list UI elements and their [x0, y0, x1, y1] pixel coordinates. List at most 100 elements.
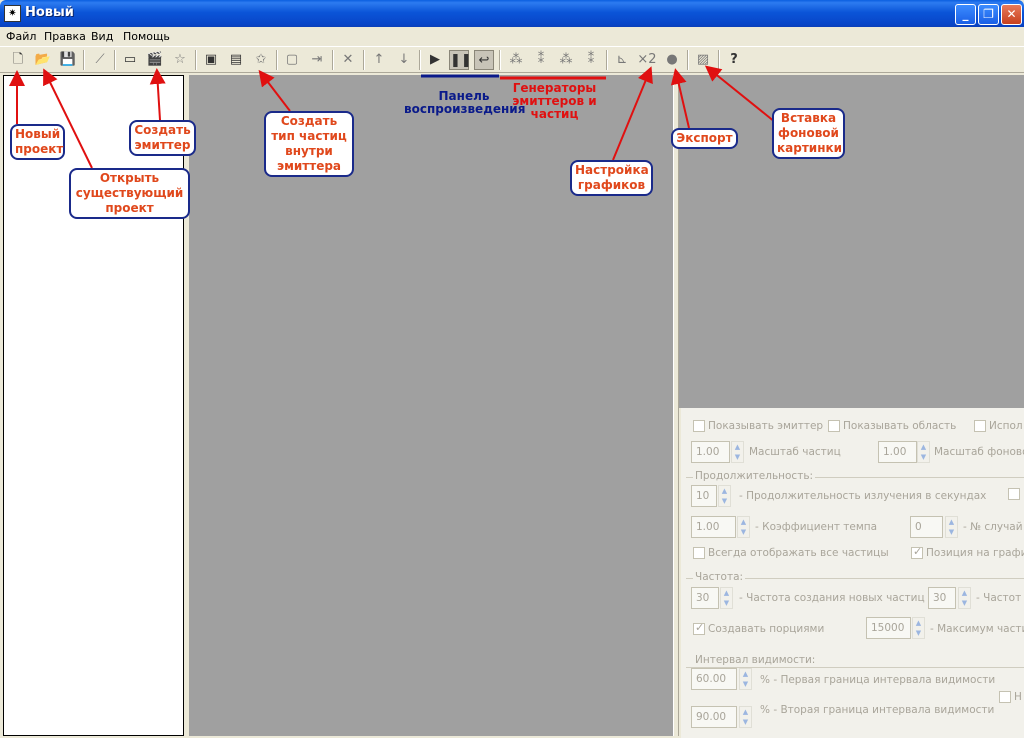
x2-icon[interactable]: ×2 [637, 50, 657, 70]
add-emitter-icon-2[interactable]: ▤ [226, 50, 246, 70]
star-icon[interactable]: ☆ [170, 50, 190, 70]
generator-icon-1[interactable]: ⁂ [506, 50, 526, 70]
menu-help[interactable]: Помощь [123, 30, 170, 43]
max-spinner[interactable]: ▲ ▼ [912, 617, 925, 639]
project-tree-panel[interactable] [3, 75, 184, 736]
use-checkbox[interactable] [974, 420, 986, 432]
up-arrow-icon[interactable]: ↑ [369, 50, 389, 70]
bg-scale-input[interactable]: 1.00 [878, 441, 917, 463]
preview-viewport[interactable] [189, 75, 673, 736]
add-emitter-icon[interactable]: ▣ [201, 50, 221, 70]
help-icon[interactable]: ? [724, 50, 744, 70]
emit-duration-input[interactable]: 10 [691, 485, 717, 507]
toolbar-separator [195, 50, 197, 70]
visibility-group-title: Интервал видимости: [693, 654, 818, 666]
pause-icon[interactable]: ❚❚ [449, 50, 472, 70]
play-icon[interactable]: ▶ [425, 50, 445, 70]
menu-file[interactable]: Файл [6, 30, 36, 43]
toolbar-separator [606, 50, 608, 70]
restore-icon[interactable]: ❐ [978, 4, 999, 25]
delete-icon[interactable]: ✕ [338, 50, 358, 70]
use-label: Испол [989, 420, 1023, 432]
tempo-label: - Коэффициент темпа [755, 521, 878, 533]
random-input[interactable]: 0 [910, 516, 943, 538]
emitter-move-icon[interactable]: ⇥ [307, 50, 327, 70]
bg-scale-label: Масштаб фоново [934, 446, 1024, 458]
toolbar-separator [419, 50, 421, 70]
show-emitter-label: Показывать эмиттер [708, 420, 824, 432]
vis1-label: % - Первая граница интервала видимости [760, 674, 996, 686]
emit-duration-spinner[interactable]: ▲ ▼ [718, 485, 731, 507]
toolbar-separator [332, 50, 334, 70]
toolbar-separator [363, 50, 365, 70]
freq-label: - Частота создания новых частиц [739, 592, 925, 604]
random-label: - № случай [963, 521, 1023, 533]
toolbar: 🗋 📂 💾 ⟋ ▭ 🎬 ☆ ▣ ▤ ✩ ▢ ⇥ ✕ ↑ ↓ ▶ ❚❚ ↩ ⁂ ⁑… [0, 46, 1024, 73]
toolbar-separator [83, 50, 85, 70]
emit-duration-text: - Продолжительность излучения в секундах [739, 490, 987, 502]
emitter-box-icon[interactable]: ▢ [282, 50, 302, 70]
open-folder-icon[interactable]: 📂 [33, 50, 53, 70]
toolbar-separator [718, 50, 720, 70]
particle-scale-label: Масштаб частиц [749, 446, 841, 458]
particle-scale-spinner[interactable]: ▲ ▼ [731, 441, 744, 463]
random-spinner[interactable]: ▲ ▼ [945, 516, 958, 538]
toolbar-separator [687, 50, 689, 70]
close-icon[interactable]: ✕ [1001, 4, 1022, 25]
portions-checkbox[interactable] [693, 621, 705, 635]
extra-checkbox-1[interactable] [1008, 488, 1020, 500]
freq2-label: - Частот [976, 592, 1022, 604]
toolbar-separator [276, 50, 278, 70]
frequency-group-title: Частота: [693, 571, 746, 583]
freq2-spinner[interactable]: ▲ ▼ [958, 587, 971, 609]
generator-icon-2[interactable]: ⁑ [531, 50, 551, 70]
save-icon[interactable]: 💾 [58, 50, 78, 70]
menu-bar: Файл Правка Вид Помощь [0, 27, 1024, 46]
minimize-icon[interactable]: _ [955, 4, 976, 25]
show-all-checkbox[interactable] [693, 547, 705, 559]
toolbar-separator [499, 50, 501, 70]
generator-icon-4[interactable]: ⁑ [581, 50, 601, 70]
window-title: Новый [25, 5, 74, 20]
app-icon: ✷ [4, 5, 21, 22]
loop-icon[interactable]: ↩ [474, 50, 494, 70]
extra-checkbox-2-label: Н [1014, 691, 1022, 703]
show-emitter-checkbox[interactable] [693, 420, 705, 432]
duration-group-title: Продолжительность: [693, 470, 816, 482]
new-file-icon[interactable]: 🗋 [8, 50, 28, 70]
vis2-input[interactable]: 90.00 [691, 706, 737, 728]
show-area-checkbox[interactable] [828, 420, 840, 432]
tempo-spinner[interactable]: ▲ ▼ [737, 516, 750, 538]
vis1-spinner[interactable]: ▲ ▼ [739, 668, 752, 690]
particle-scale-input[interactable]: 1.00 [691, 441, 730, 463]
clapper-icon[interactable]: 🎬 [145, 50, 165, 70]
show-all-label: Всегда отображать все частицы [708, 547, 889, 559]
graph-position-label: Позиция на графи [926, 547, 1024, 559]
settings-panel: Показывать эмиттер Показывать область Ис… [681, 408, 1024, 738]
graph-icon[interactable]: ⟋ [90, 50, 110, 70]
graph-position-checkbox[interactable] [911, 545, 923, 559]
show-area-label: Показывать область [843, 420, 957, 432]
export-icon[interactable]: ● [662, 50, 682, 70]
menu-edit[interactable]: Правка [44, 30, 86, 43]
toolbar-separator [114, 50, 116, 70]
freq-input[interactable]: 30 [691, 587, 719, 609]
vis1-input[interactable]: 60.00 [691, 668, 737, 690]
tempo-input[interactable]: 1.00 [691, 516, 736, 538]
freq-spinner[interactable]: ▲ ▼ [720, 587, 733, 609]
down-arrow-icon[interactable]: ↓ [394, 50, 414, 70]
graph-viewport[interactable] [679, 75, 1024, 408]
generator-icon-3[interactable]: ⁂ [556, 50, 576, 70]
bg-scale-spinner[interactable]: ▲ ▼ [917, 441, 930, 463]
folder-icon[interactable]: ▭ [120, 50, 140, 70]
menu-view[interactable]: Вид [91, 30, 113, 43]
max-input[interactable]: 15000 [866, 617, 911, 639]
graph-settings-icon[interactable]: ⊾ [612, 50, 632, 70]
background-image-icon[interactable]: ▨ [693, 50, 713, 70]
add-star-icon[interactable]: ✩ [251, 50, 271, 70]
title-bar[interactable]: ✷ Новый _ ❐ ✕ [0, 0, 1024, 27]
freq2-input[interactable]: 30 [928, 587, 956, 609]
extra-checkbox-2[interactable] [999, 691, 1011, 703]
vis2-spinner[interactable]: ▲ ▼ [739, 706, 752, 728]
max-label: - Максимум части [930, 623, 1024, 635]
